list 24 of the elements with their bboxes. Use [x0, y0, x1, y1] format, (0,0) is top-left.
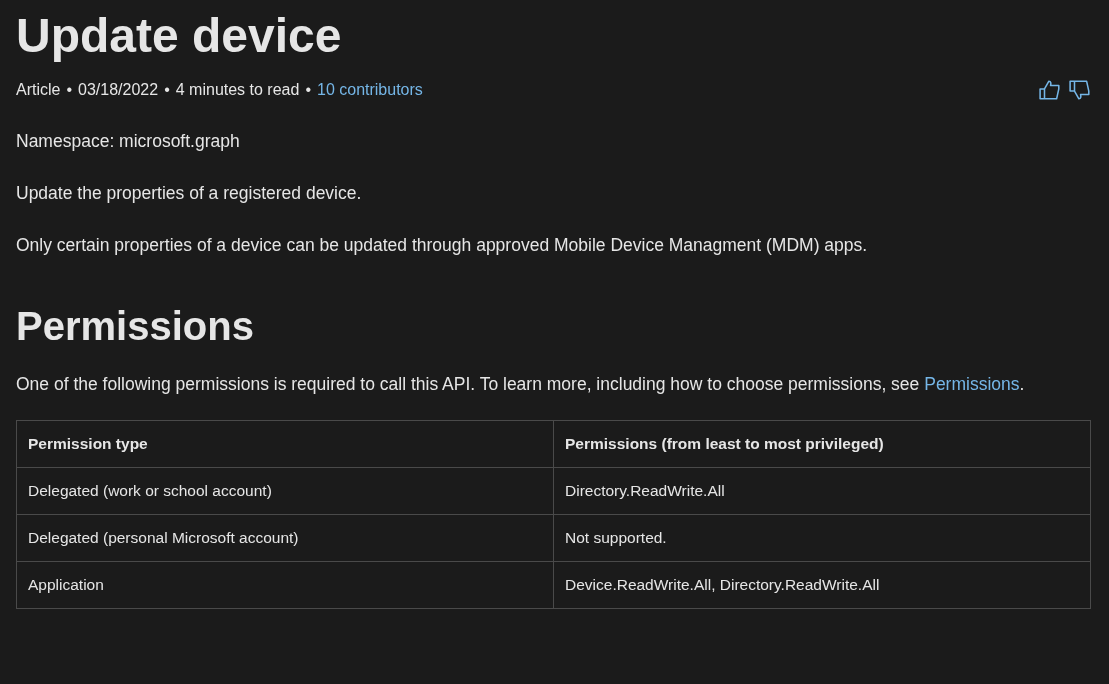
article-meta: 03/18/2022	[78, 81, 159, 99]
paragraph: Namespace: microsoft.graph	[16, 130, 241, 153]
section-heading: Permissions	[16, 303, 255, 350]
paragraph: Only certain properties of a device can be updated through approved Mobile Device Managment (MDM) apps.	[16, 234, 869, 257]
page-title: Update device	[16, 8, 343, 64]
table-cell: Device.ReadWrite.All, Directory.ReadWrite.All	[553, 561, 1091, 609]
column-header: Permissions (from least to most privileged)	[553, 420, 1091, 468]
separator-dot: •	[66, 81, 73, 99]
separator-dot: •	[164, 81, 170, 99]
table-cell: Delegated (personal Microsoft account)	[16, 514, 554, 562]
column-header: Permission type	[16, 420, 554, 468]
table-cell: Application	[16, 561, 554, 609]
contributors-link[interactable]: 10 contributors	[317, 81, 423, 99]
thumbs-up-icon[interactable]	[1039, 80, 1061, 100]
table-cell: Delegated (work or school account)	[16, 467, 554, 515]
article-meta: 4 minutes to read	[175, 81, 300, 99]
table-cell: Directory.ReadWrite.All	[553, 467, 1091, 515]
table-cell: Not supported.	[553, 514, 1091, 562]
separator-dot: •	[305, 81, 311, 99]
paragraph: Update the properties of a registered device.	[16, 182, 363, 205]
permissions-link[interactable]: Permissions	[924, 374, 1020, 394]
paragraph: One of the following permissions is required to call this API. To learn more, including how to choose permissions, see Permissions.	[16, 373, 1026, 396]
article-meta: Article	[16, 81, 61, 99]
thumbs-down-icon[interactable]	[1069, 80, 1091, 100]
